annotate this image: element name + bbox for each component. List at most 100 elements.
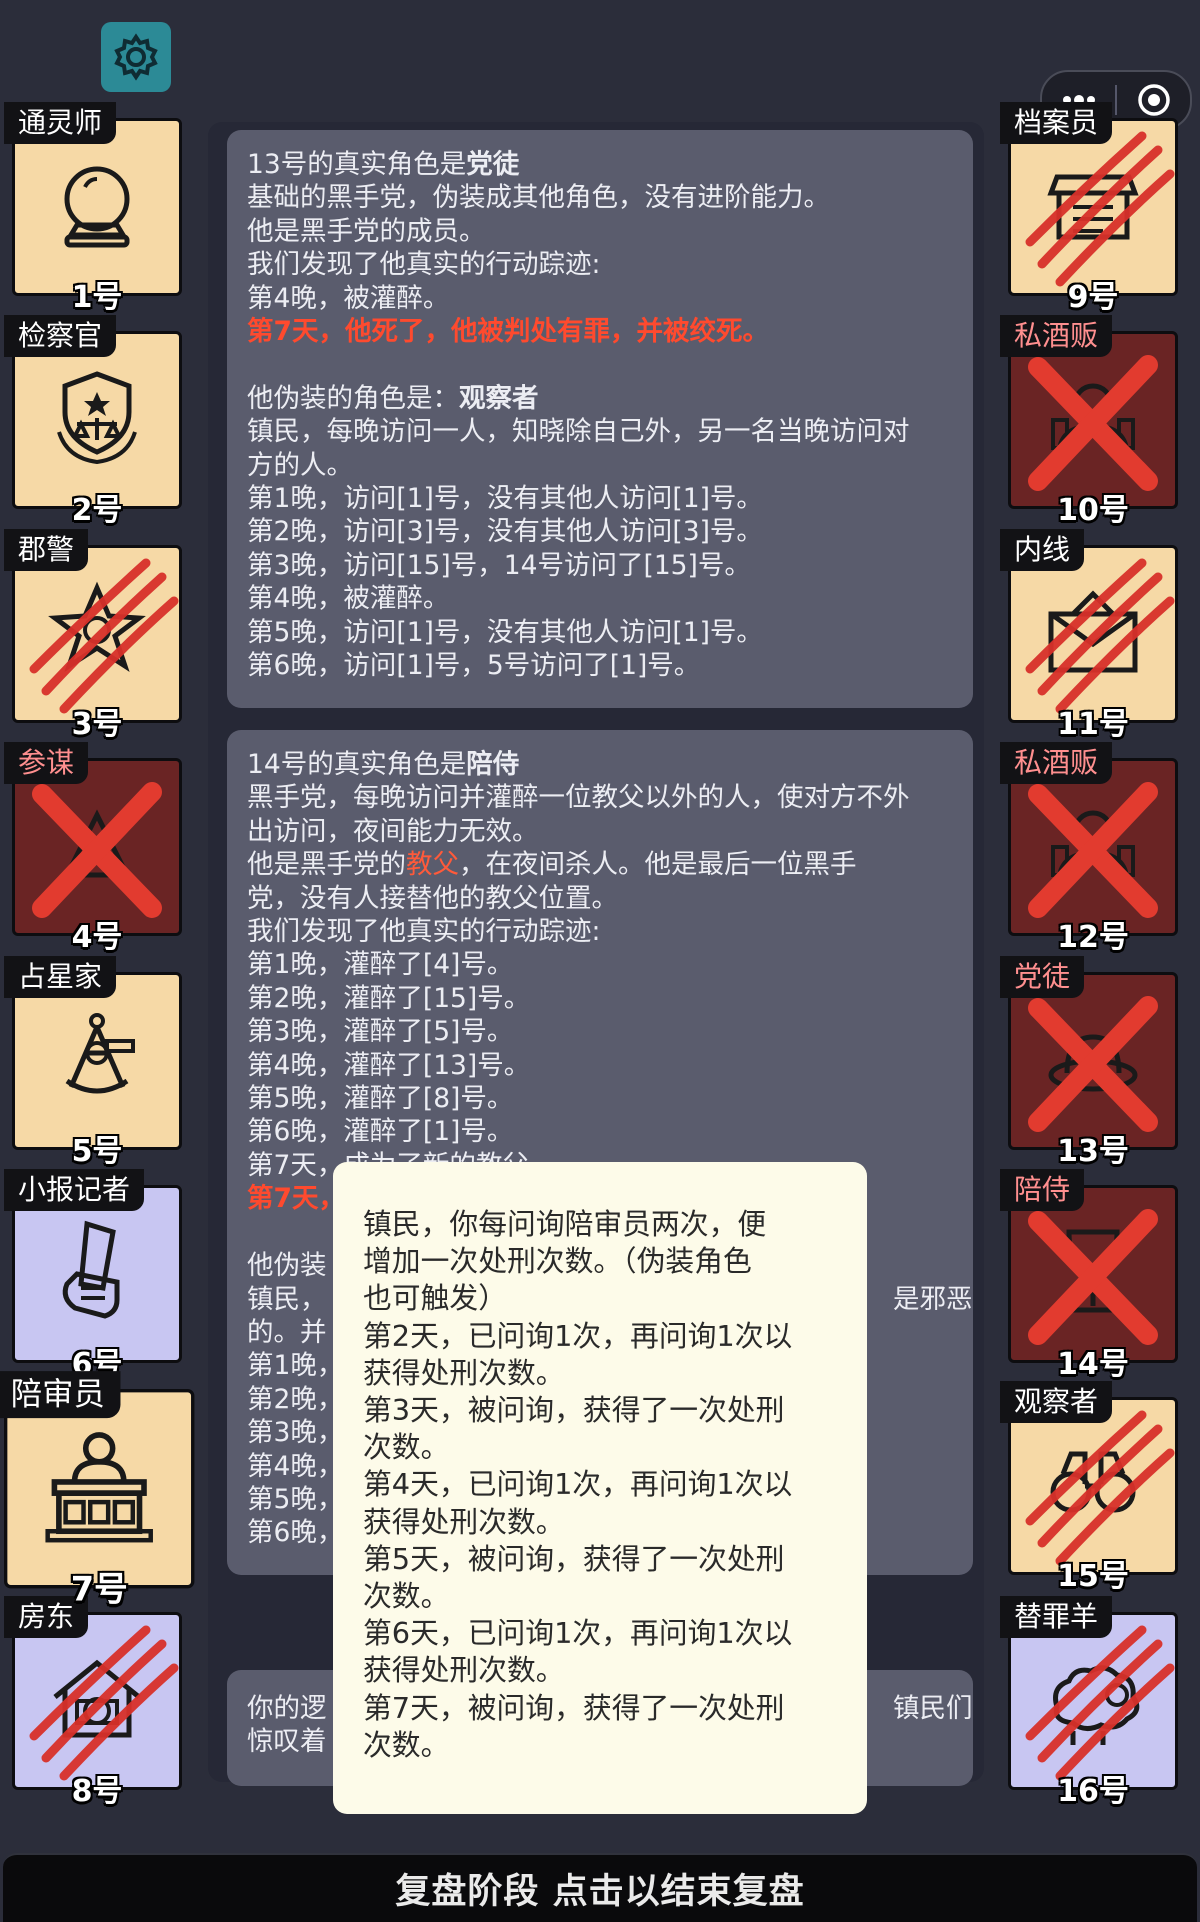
player-card[interactable]: 房东 8号 xyxy=(4,1596,182,1809)
role-reveal-card-13: 13号的真实角色是党徒 基础的黑手党，伪装成其他角色，没有进阶能力。 他是黑手党… xyxy=(227,130,973,708)
card-line: 第6晚，灌醉了[1]号。 xyxy=(247,1116,514,1148)
player-card-frame xyxy=(1008,545,1178,723)
juror-podium-icon xyxy=(45,1432,153,1543)
archive-box-icon xyxy=(1047,174,1139,240)
tooltip-line: 增加一次处刑次数。（伪装角色 xyxy=(363,1244,752,1279)
player-card[interactable]: 郡警 3号 xyxy=(4,529,182,742)
end-review-label: 复盘阶段 点击以结束复盘 xyxy=(395,1872,805,1912)
player-card-frame xyxy=(12,118,182,296)
player-number: 7号 xyxy=(70,1570,128,1610)
player-number: 15号 xyxy=(1057,1559,1129,1594)
card-title: 13号的真实角色是党徒 xyxy=(247,149,520,180)
card-line: 党，没有人接替他的教父位置。 xyxy=(247,882,618,914)
card-line: 第3晚，访问[15]号，14号访问了[15]号。 xyxy=(247,549,751,581)
player-card-frame xyxy=(4,1389,195,1589)
tooltip-line: 第2天，已问询1次，再问询1次以 xyxy=(363,1318,793,1353)
player-card-frame xyxy=(12,758,182,936)
player-number: 2号 xyxy=(71,493,123,528)
card-line: 黑手党，每晚访问并灌醉一位教父以外的人，使对方不外 xyxy=(247,782,910,814)
player-number: 8号 xyxy=(71,1774,123,1809)
player-number: 13号 xyxy=(1057,1134,1129,1169)
death-line: 第7天，他死了，他被判处有罪，并被绞死。 xyxy=(247,316,769,348)
player-number: 4号 xyxy=(71,920,123,955)
player-card[interactable]: 小报记者 6号 xyxy=(4,1169,182,1382)
player-card-frame xyxy=(12,1185,182,1363)
juror-ability-tooltip[interactable]: 镇民，你每问询陪审员两次，便 增加一次处刑次数。（伪装角色 也可触发） 第2天，… xyxy=(333,1162,867,1814)
card-line: 第4晚，被灌醉。 xyxy=(247,282,450,314)
player-number: 9号 xyxy=(1067,280,1119,315)
player-card-frame xyxy=(12,331,182,509)
tooltip-line: 第5天，被问询，获得了一次处刑 xyxy=(363,1541,785,1576)
sheriff-star-icon xyxy=(48,581,146,672)
player-icon-area xyxy=(1019,129,1167,285)
tooltip-line: 也可触发） xyxy=(363,1281,507,1316)
player-number: 11号 xyxy=(1057,707,1129,742)
player-number: 10号 xyxy=(1057,493,1129,528)
card-line: 第3晚，灌醉了[5]号。 xyxy=(247,1016,514,1048)
player-number: 1号 xyxy=(71,280,123,315)
strategist-icon xyxy=(62,809,132,878)
card-line: 第5晚，访问[1]号，没有其他人访问[1]号。 xyxy=(247,616,763,648)
card-line: 我们发现了他真实的行动踪迹: xyxy=(247,916,601,948)
settings-button[interactable] xyxy=(101,22,171,92)
player-role-label: 陪审员 xyxy=(0,1371,121,1419)
police-badge-icon xyxy=(57,371,137,465)
player-number: 3号 xyxy=(71,707,123,742)
player-card[interactable]: 内线 11号 xyxy=(1000,529,1178,742)
player-icon-area xyxy=(16,1401,182,1576)
player-card[interactable]: 占星家 5号 xyxy=(4,956,182,1169)
player-card[interactable]: 党徒 13号 xyxy=(1000,956,1178,1169)
card-line: 基础的黑手党，伪装成其他角色，没有进阶能力。 xyxy=(247,182,830,214)
tooltip-line: 第3天，被问询，获得了一次处刑 xyxy=(363,1393,785,1428)
player-icon-area xyxy=(23,556,171,712)
player-icon-area xyxy=(23,342,171,498)
card-line: 出访问，夜间能力无效。 xyxy=(247,815,539,847)
card-line: 第4晚，灌醉了[13]号。 xyxy=(247,1049,531,1081)
player-card[interactable]: 私酒贩 12号 xyxy=(1000,742,1178,955)
tooltip-line: 第6天，已问询1次，再问询1次以 xyxy=(363,1616,793,1651)
player-icon-area xyxy=(1019,983,1167,1139)
player-card-frame xyxy=(12,545,182,723)
player-icon-area xyxy=(23,129,171,285)
tooltip-line: 次数。 xyxy=(363,1430,450,1465)
bootlegger-icon xyxy=(1051,810,1135,884)
player-icon-area xyxy=(1019,342,1167,498)
tooltip-line: 次数。 xyxy=(363,1579,450,1614)
target-circle-icon xyxy=(1137,84,1170,116)
card-line: 镇民，每晚访问一人，知晓除自己外，另一名当晚访问对 xyxy=(247,416,910,448)
player-card[interactable]: 通灵师 1号 xyxy=(4,102,182,315)
player-card[interactable]: 替罪羊 16号 xyxy=(1000,1596,1178,1809)
player-card[interactable]: 陪审员 7号 xyxy=(0,1371,195,1610)
card-line: 他是黑手党的成员。 xyxy=(247,215,486,247)
card-line: 他是黑手党的教父，在夜间杀人。他是最后一位黑手 xyxy=(247,849,857,881)
envelope-icon xyxy=(1048,590,1138,673)
player-role-label: 私酒贩 xyxy=(1000,742,1113,784)
player-card[interactable]: 参谋 4号 xyxy=(4,742,182,955)
player-card-frame xyxy=(1008,331,1178,509)
end-review-button[interactable]: 复盘阶段 点击以结束复盘 xyxy=(3,1853,1197,1922)
player-card-frame xyxy=(1008,1397,1178,1575)
card-line: 第1晚，访问[1]号，没有其他人访问[1]号。 xyxy=(247,483,763,515)
player-card[interactable]: 档案员 9号 xyxy=(1000,102,1178,315)
player-icon-area xyxy=(23,1623,171,1779)
player-card-frame xyxy=(1008,1185,1178,1363)
card-line: 第5晚，灌醉了[8]号。 xyxy=(247,1083,514,1115)
player-card[interactable]: 观察者 15号 xyxy=(1000,1381,1178,1594)
newspaper-fist-icon xyxy=(62,1220,120,1319)
player-icon-area xyxy=(1019,1196,1167,1352)
player-role-label: 私酒贩 xyxy=(1000,315,1113,357)
player-card[interactable]: 陪侍 14号 xyxy=(1000,1169,1178,1382)
player-role-label: 观察者 xyxy=(1000,1381,1113,1423)
player-card[interactable]: 检察官 2号 xyxy=(4,315,182,528)
disguise-title: 他伪装的角色是：观察者 xyxy=(247,382,539,414)
player-icon-area xyxy=(23,983,171,1139)
player-icon-area xyxy=(1019,1623,1167,1779)
tooltip-line: 获得处刑次数。 xyxy=(363,1653,565,1688)
card-line: 方的人。 xyxy=(247,449,353,481)
binoculars-icon xyxy=(1050,1451,1136,1513)
card-line: 第2晚，灌醉了[15]号。 xyxy=(247,982,531,1014)
house-icon xyxy=(53,1659,141,1738)
player-card[interactable]: 私酒贩 10号 xyxy=(1000,315,1178,528)
wine-glass-icon xyxy=(1066,1229,1120,1313)
gear-icon xyxy=(114,33,158,81)
